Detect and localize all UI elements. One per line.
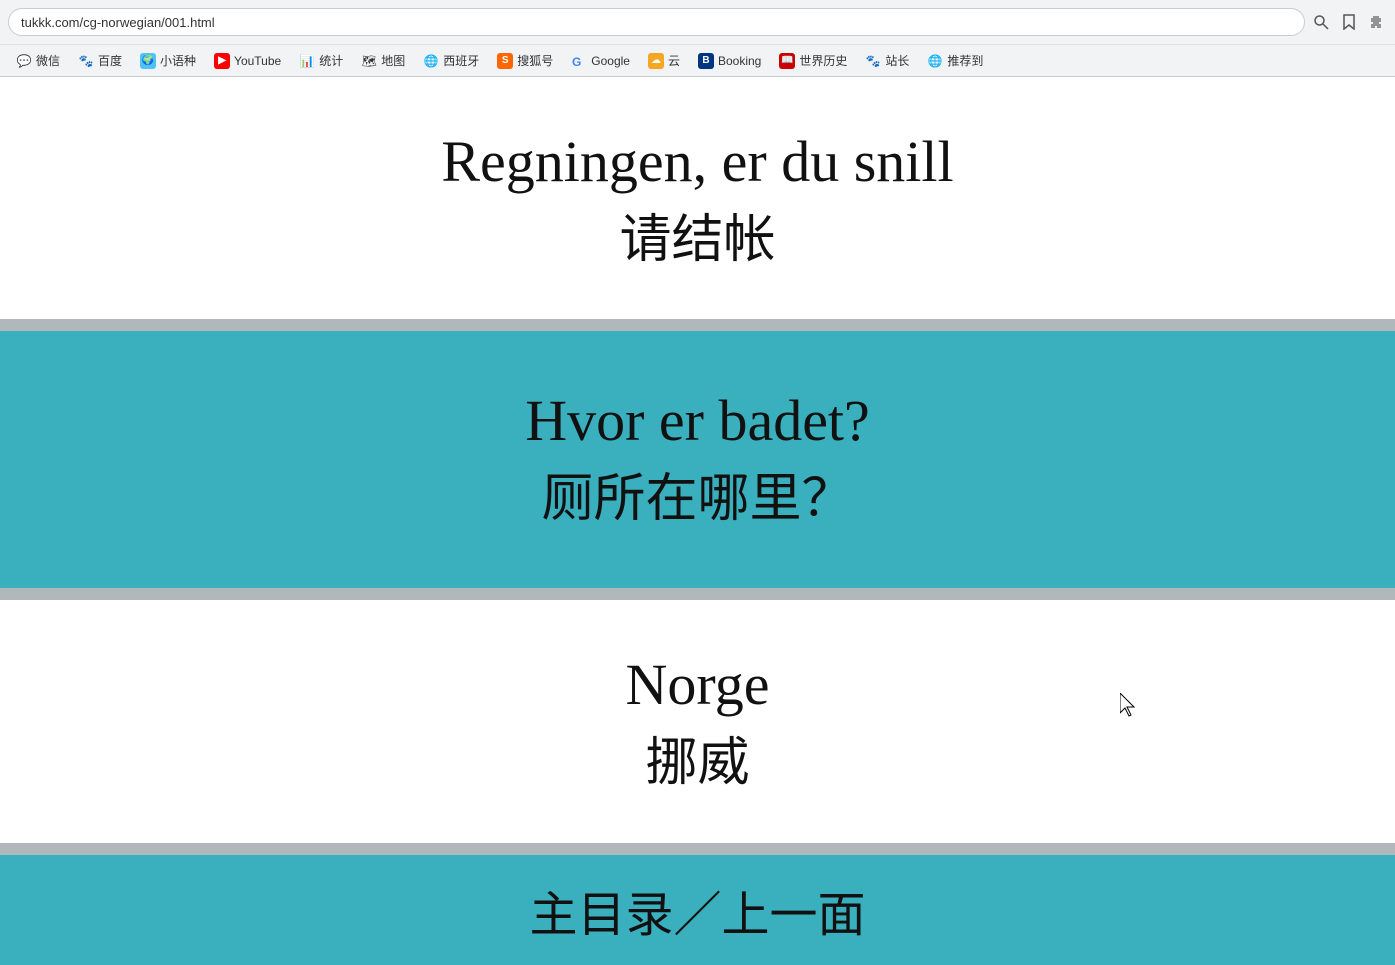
souhu-icon: S [497,53,513,69]
extension-icon[interactable] [1367,12,1387,32]
shijieli-icon: 📖 [779,53,795,69]
yun-icon: ☁ [648,53,664,69]
ditu-label: 地图 [381,52,405,69]
divider-2 [0,588,1395,600]
bookmark-google[interactable]: G Google [563,50,638,72]
bookmark-booking[interactable]: B Booking [690,50,769,72]
google-icon: G [571,53,587,69]
phrase-block-3: Norge 挪威 [0,600,1395,842]
bookmark-baidu[interactable]: 🐾 百度 [70,49,130,72]
baidu-icon: 🐾 [78,53,94,69]
phrase3-chinese: 挪威 [20,730,1375,798]
weixin-label: 微信 [36,52,60,69]
tuijian-label: 推荐到 [947,52,983,69]
bookmark-xibanya[interactable]: 🌐 西班牙 [415,49,487,72]
xiaoyuzhong-label: 小语种 [160,52,196,69]
bookmark-tongji[interactable]: 📊 统计 [291,49,351,72]
yun-label: 云 [668,52,680,69]
search-icon[interactable] [1311,12,1331,32]
tongji-icon: 📊 [299,53,315,69]
bookmark-yun[interactable]: ☁ 云 [640,49,688,72]
xiaoyuzhong-icon: 🌍 [140,53,156,69]
ditu-icon: 🗺 [361,53,377,69]
phrase-block-1: Regningen, er du snill 请结帐 [0,77,1395,319]
footer-text: 主目录／上一面 [20,875,1375,945]
zhangzhang-label: 站长 [885,52,909,69]
baidu-label: 百度 [98,52,122,69]
tuijian-icon: 🌐 [927,53,943,69]
address-text: tukkk.com/cg-norwegian/001.html [21,15,215,30]
bookmark-ditu[interactable]: 🗺 地图 [353,49,413,72]
bookmark-icon[interactable] [1339,12,1359,32]
google-label: Google [591,54,630,68]
phrase-block-2: Hvor er badet? 厕所在哪里？ [0,331,1395,588]
youtube-label: YouTube [234,54,281,68]
bookmark-xiaoyuzhong[interactable]: 🌍 小语种 [132,49,204,72]
bookmarks-bar: 💬 微信 🐾 百度 🌍 小语种 ▶ YouTube 📊 统计 🗺 地图 🌐 西班… [0,44,1395,76]
youtube-icon: ▶ [214,53,230,69]
souhu-label: 搜狐号 [517,52,553,69]
top-bar: tukkk.com/cg-norwegian/001.html [0,0,1395,44]
bookmark-weixin[interactable]: 💬 微信 [8,49,68,72]
top-icons [1311,12,1387,32]
xibanya-icon: 🌐 [423,53,439,69]
phrase2-norwegian: Hvor er badet? [20,386,1375,456]
bookmark-zhangzhang[interactable]: 🐾 站长 [857,49,917,72]
bookmark-shijieli[interactable]: 📖 世界历史 [771,49,855,72]
divider-3 [0,843,1395,855]
address-bar[interactable]: tukkk.com/cg-norwegian/001.html [8,8,1305,36]
bookmark-youtube[interactable]: ▶ YouTube [206,50,289,72]
svg-text:G: G [572,55,581,68]
weixin-icon: 💬 [16,53,32,69]
bookmark-tuijian[interactable]: 🌐 推荐到 [919,49,991,72]
booking-label: Booking [718,54,761,68]
tongji-label: 统计 [319,52,343,69]
phrase3-norwegian: Norge [20,650,1375,720]
address-wrapper: tukkk.com/cg-norwegian/001.html [8,4,1305,40]
zhangzhang-icon: 🐾 [865,53,881,69]
phrase1-norwegian: Regningen, er du snill [20,127,1375,197]
booking-icon: B [698,53,714,69]
phrase2-chinese: 厕所在哪里？ [20,466,1375,534]
browser-chrome: tukkk.com/cg-norwegian/001.html [0,0,1395,77]
xibanya-label: 西班牙 [443,52,479,69]
footer-strip: 主目录／上一面 [0,855,1395,965]
phrase1-chinese: 请结帐 [20,207,1375,275]
shijieli-label: 世界历史 [799,52,847,69]
page-content: Regningen, er du snill 请结帐 Hvor er badet… [0,77,1395,965]
bookmark-souhu[interactable]: S 搜狐号 [489,49,561,72]
divider-1 [0,319,1395,331]
